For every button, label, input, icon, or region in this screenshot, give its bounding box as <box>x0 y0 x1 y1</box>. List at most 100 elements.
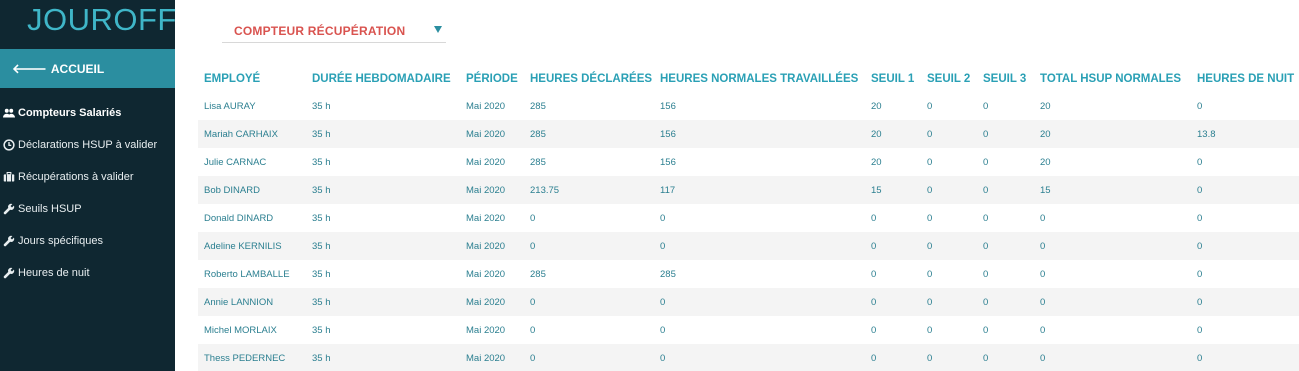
table-cell: 0 <box>1197 100 1203 112</box>
sidebar-item-declarations-hsup[interactable]: Déclarations HSUP à valider <box>0 129 175 161</box>
table-cell: Roberto LAMBALLE <box>204 268 290 280</box>
table-cell: 0 <box>1197 212 1203 224</box>
sidebar-item-label: Jours spécifiques <box>18 235 103 247</box>
table-cell: 0 <box>983 324 989 336</box>
table-cell: 0 <box>871 324 877 336</box>
table-row[interactable]: Annie LANNION 35 h Mai 2020 0 0 0 0 0 0 0 <box>198 288 1299 316</box>
table-cell: 20 <box>1040 156 1051 168</box>
table-cell: Mai 2020 <box>466 268 506 280</box>
table-cell: 0 <box>927 324 933 336</box>
table-cell: 0 <box>1040 324 1046 336</box>
table-cell: 285 <box>530 156 546 168</box>
table-cell: 20 <box>1040 100 1051 112</box>
table-cell: 0 <box>1040 268 1046 280</box>
column-header[interactable]: HEURES DÉCLARÉES <box>524 66 654 92</box>
column-header[interactable]: SEUIL 2 <box>921 66 977 92</box>
table-cell: 0 <box>865 344 921 371</box>
table-cell: 0 <box>977 288 1034 316</box>
table-cell: 285 <box>530 100 546 112</box>
table-cell: 0 <box>1040 212 1046 224</box>
column-header[interactable]: PÉRIODE <box>460 66 524 92</box>
column-header[interactable]: SEUIL 3 <box>977 66 1034 92</box>
table-cell: 35 h <box>312 324 331 336</box>
table-cell: 0 <box>1034 288 1191 316</box>
users-icon <box>2 106 16 120</box>
table-cell: Bob DINARD <box>198 176 306 204</box>
table-cell: 0 <box>530 324 536 336</box>
wrench-icon <box>2 266 16 280</box>
table-cell: 0 <box>983 268 989 280</box>
sidebar-item-compteurs-salaries[interactable]: Compteurs Salariés <box>0 97 175 129</box>
table-cell: 285 <box>524 120 654 148</box>
table-cell: 0 <box>1197 156 1203 168</box>
table-cell: 35 h <box>312 100 331 112</box>
table-cell: 0 <box>983 212 989 224</box>
table-cell: 0 <box>1191 288 1299 316</box>
table-cell: 0 <box>865 288 921 316</box>
table-cell: Adeline KERNILIS <box>198 232 306 260</box>
table-cell: 0 <box>865 232 921 260</box>
table-row[interactable]: Bob DINARD 35 h Mai 2020 213.75 117 15 0 0 15 0 <box>198 176 1299 204</box>
column-header[interactable]: SEUIL 1 <box>865 66 921 92</box>
table-row[interactable]: Lisa AURAY 35 h Mai 2020 285 156 20 0 0 20 0 <box>198 92 1299 120</box>
table-cell: Mai 2020 <box>466 212 506 224</box>
table-cell: 156 <box>660 100 676 112</box>
table-cell: 15 <box>865 176 921 204</box>
table-row[interactable]: Donald DINARD 35 h Mai 2020 0 0 0 0 0 0 0 <box>198 204 1299 232</box>
table-cell: 0 <box>927 212 933 224</box>
table-row[interactable]: Julie CARNAC 35 h Mai 2020 285 156 20 0 0 20 0 <box>198 148 1299 176</box>
table-cell: 0 <box>524 344 654 371</box>
table-cell: 0 <box>983 100 989 112</box>
sidebar-item-label: Heures de nuit <box>18 267 90 279</box>
arrow-left-icon: 🡐 <box>12 60 47 76</box>
table-cell: 156 <box>654 120 865 148</box>
table-row[interactable]: Thess PEDERNEC 35 h Mai 2020 0 0 0 0 0 0 0 <box>198 344 1299 371</box>
column-header[interactable]: HEURES DE NUIT <box>1191 66 1299 92</box>
table-cell: 35 h <box>306 176 460 204</box>
wrench-icon <box>2 202 16 216</box>
column-header[interactable]: TOTAL HSUP NORMALES <box>1034 66 1191 92</box>
table-cell: Julie CARNAC <box>204 156 267 168</box>
table-cell: 285 <box>660 268 676 280</box>
table-cell: 0 <box>921 288 977 316</box>
table-cell: 0 <box>977 120 1034 148</box>
table-cell: 0 <box>1197 268 1203 280</box>
table-cell: Mai 2020 <box>460 344 524 371</box>
home-button[interactable]: 🡐 ACCUEIL <box>0 49 175 88</box>
table-cell: 0 <box>654 232 865 260</box>
table-cell: 0 <box>1191 176 1299 204</box>
table-row[interactable]: Roberto LAMBALLE 35 h Mai 2020 285 285 0 0 0 0 0 <box>198 260 1299 288</box>
sidebar-item-jours-specifiques[interactable]: Jours spécifiques <box>0 225 175 257</box>
table-cell: 0 <box>654 344 865 371</box>
sidebar-item-seuils-hsup[interactable]: Seuils HSUP <box>0 193 175 225</box>
table-cell: Mariah CARHAIX <box>198 120 306 148</box>
table-cell: 0 <box>983 156 989 168</box>
table-cell: 156 <box>660 156 676 168</box>
column-header[interactable]: EMPLOYÉ <box>198 66 306 92</box>
table-row[interactable]: Mariah CARHAIX 35 h Mai 2020 285 156 20 0 0 20 13… <box>198 120 1299 148</box>
table-cell: Mai 2020 <box>466 100 506 112</box>
column-header[interactable]: DURÉE HEBDOMADAIRE <box>306 66 460 92</box>
table-row[interactable]: Michel MORLAIX 35 h Mai 2020 0 0 0 0 0 0 0 <box>198 316 1299 344</box>
table-cell: 35 h <box>312 156 331 168</box>
counter-type-select[interactable]: COMPTEUR RÉCUPÉRATION <box>222 19 446 43</box>
sidebar-item-heures-de-nuit[interactable]: Heures de nuit <box>0 257 175 289</box>
table-cell: 20 <box>865 120 921 148</box>
sidebar: JOUROFF 🡐 ACCUEIL Compteurs Salariés Déc… <box>0 0 177 371</box>
table-cell: 0 <box>1197 324 1203 336</box>
table-cell: 35 h <box>312 268 331 280</box>
sidebar-item-recuperations[interactable]: Récupérations à valider <box>0 161 175 193</box>
table-cell: Annie LANNION <box>198 288 306 316</box>
table-cell: 213.75 <box>524 176 654 204</box>
column-header[interactable]: HEURES NORMALES TRAVAILLÉES <box>654 66 865 92</box>
app-logo[interactable]: JOUROFF <box>27 2 177 38</box>
table-row[interactable]: Adeline KERNILIS 35 h Mai 2020 0 0 0 0 0 0 0 <box>198 232 1299 260</box>
table-cell: 0 <box>871 212 877 224</box>
table-cell: 0 <box>524 232 654 260</box>
table-cell: 0 <box>921 176 977 204</box>
table-cell: 0 <box>1034 232 1191 260</box>
sidebar-nav: Compteurs Salariés Déclarations HSUP à v… <box>0 97 175 289</box>
clock-icon <box>2 138 16 152</box>
table-cell: 20 <box>871 100 882 112</box>
table-cell: Mai 2020 <box>460 176 524 204</box>
